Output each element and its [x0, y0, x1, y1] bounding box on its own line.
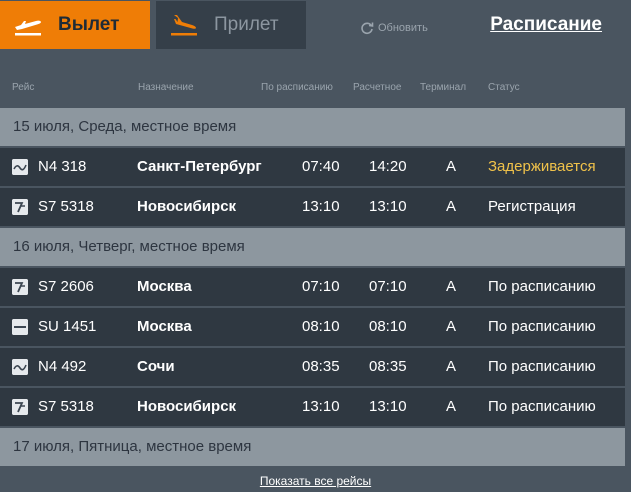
flight-scheduled-time: 08:35: [302, 358, 340, 375]
flight-row[interactable]: N4 492 Сочи 08:35 08:35 A По расписанию: [0, 348, 625, 386]
flight-row[interactable]: N4 318 Санкт-Петербург 07:40 14:20 A Задержив…: [0, 148, 625, 186]
refresh-icon: [361, 22, 374, 35]
flight-scheduled-time: 07:10: [302, 278, 340, 295]
col-flight: Рейс: [12, 82, 35, 93]
flight-status: По расписанию: [488, 358, 596, 375]
flight-number: S7 2606: [38, 278, 94, 295]
flight-number: S7 5318: [38, 198, 94, 215]
s7-logo-icon: [12, 399, 28, 415]
col-scheduled: По расписанию: [261, 82, 333, 93]
flight-scheduled-time: 13:10: [302, 398, 340, 415]
flight-scheduled-time: 07:40: [302, 158, 340, 175]
flights-table: 15 июля, Среда, местное время N4 318 Санкт…: [0, 108, 625, 468]
flight-estimated-time: 13:10: [369, 398, 407, 415]
flight-row[interactable]: S7 5318 Новосибирск 13:10 13:10 A Регистрация: [0, 188, 625, 226]
top-bar: Вылет Прилет Обновить Расписание: [0, 0, 631, 52]
flight-destination: Новосибирск: [137, 398, 237, 415]
tab-departure-label: Вылет: [58, 14, 120, 35]
col-status: Статус: [488, 82, 520, 93]
flight-terminal: A: [446, 398, 457, 415]
aeroflot-logo-icon: [12, 319, 28, 335]
day-header: 17 июля, Пятница, местное время: [0, 428, 625, 466]
flight-status: Задерживается: [488, 158, 596, 175]
flight-estimated-time: 13:10: [369, 198, 407, 215]
flight-row[interactable]: S7 5318 Новосибирск 13:10 13:10 A По расписан…: [0, 388, 625, 426]
flight-row[interactable]: SU 1451 Москва 08:10 08:10 A По расписанию: [0, 308, 625, 346]
day-header: 16 июля, Четверг, местное время: [0, 228, 625, 266]
flight-status: Регистрация: [488, 198, 576, 215]
refresh-button[interactable]: Обновить: [360, 18, 428, 38]
nordwind-logo-icon: [12, 359, 28, 375]
flight-number: N4 318: [38, 158, 87, 175]
flight-terminal: A: [446, 278, 457, 295]
flight-destination: Санкт-Петербург: [137, 158, 262, 175]
flight-estimated-time: 07:10: [369, 278, 407, 295]
flight-terminal: A: [446, 318, 457, 335]
flight-estimated-time: 08:35: [369, 358, 407, 375]
schedule-link[interactable]: Расписание: [490, 14, 602, 36]
show-all-flights-link[interactable]: Показать все рейсы: [260, 474, 371, 488]
plane-takeoff-icon: [15, 20, 41, 36]
col-estimated: Расчетное: [353, 82, 402, 93]
col-destination: Назначение: [138, 82, 194, 93]
footer: Показать все рейсы: [0, 470, 631, 492]
flight-terminal: A: [446, 358, 457, 375]
flight-destination: Новосибирск: [137, 198, 237, 215]
tab-arrival-label: Прилет: [214, 14, 279, 35]
flight-scheduled-time: 08:10: [302, 318, 340, 335]
col-terminal: Терминал: [420, 82, 467, 93]
flight-destination: Москва: [137, 278, 192, 295]
refresh-label: Обновить: [378, 22, 428, 34]
column-headers: Рейс Назначение По расписанию Расчетное …: [0, 78, 631, 98]
flight-destination: Москва: [137, 318, 192, 335]
flight-terminal: A: [446, 198, 457, 215]
tab-arrival[interactable]: Прилет: [156, 1, 306, 49]
day-header: 15 июля, Среда, местное время: [0, 108, 625, 146]
flight-status: По расписанию: [488, 398, 596, 415]
flight-number: N4 492: [38, 358, 87, 375]
flight-row[interactable]: S7 2606 Москва 07:10 07:10 A По расписанию: [0, 268, 625, 306]
s7-logo-icon: [12, 279, 28, 295]
flight-number: SU 1451: [38, 318, 97, 335]
flight-destination: Сочи: [137, 358, 175, 375]
flight-estimated-time: 14:20: [369, 158, 407, 175]
flight-scheduled-time: 13:10: [302, 198, 340, 215]
flight-terminal: A: [446, 158, 457, 175]
plane-landing-icon: [171, 15, 197, 36]
flight-status: По расписанию: [488, 318, 596, 335]
flight-number: S7 5318: [38, 398, 94, 415]
nordwind-logo-icon: [12, 159, 28, 175]
s7-logo-icon: [12, 199, 28, 215]
flight-status: По расписанию: [488, 278, 596, 295]
tab-departure[interactable]: Вылет: [0, 1, 150, 49]
flight-estimated-time: 08:10: [369, 318, 407, 335]
